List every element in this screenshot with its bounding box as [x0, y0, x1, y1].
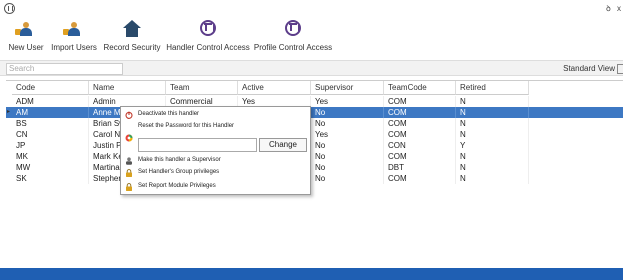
- import-users-label: Import Users: [51, 43, 97, 52]
- search-input[interactable]: Search: [6, 63, 123, 75]
- cell-teamcode[interactable]: COM: [384, 173, 456, 184]
- cell-supervisor[interactable]: No: [311, 107, 384, 118]
- new-user-button[interactable]: New User: [6, 18, 46, 56]
- password-icon: [125, 134, 133, 142]
- standard-view-label[interactable]: Standard View: [563, 64, 615, 73]
- column-header-supervisor[interactable]: Supervisor: [311, 81, 384, 95]
- change-password-button[interactable]: Change: [259, 138, 307, 152]
- cell-code[interactable]: MK: [12, 151, 89, 162]
- cell-code[interactable]: BS: [12, 118, 89, 129]
- table-row[interactable]: MW Martina No DBT N: [6, 162, 623, 173]
- cell-retired[interactable]: Y: [456, 140, 529, 151]
- cell-teamcode[interactable]: CON: [384, 140, 456, 151]
- status-bar: [0, 268, 623, 280]
- cell-teamcode[interactable]: DBT: [384, 162, 456, 173]
- close-icon[interactable]: x: [617, 4, 621, 13]
- window-controls: ꝺ x: [602, 3, 621, 14]
- group-privileges-item[interactable]: Set Handler's Group privileges: [121, 167, 312, 178]
- table-row[interactable]: ADM Admin Commercial Yes Yes COM N: [6, 96, 623, 107]
- cell-supervisor[interactable]: No: [311, 140, 384, 151]
- lock-icon: [126, 169, 132, 177]
- cell-supervisor[interactable]: No: [311, 162, 384, 173]
- cell-supervisor[interactable]: Yes: [311, 129, 384, 140]
- record-security-label: Record Security: [103, 43, 161, 52]
- handlers-grid: Code Name Team Active Supervisor TeamCod…: [6, 80, 623, 265]
- handler-control-icon: [200, 20, 216, 36]
- title-bar: ꝺ x: [0, 0, 623, 16]
- column-header-active[interactable]: Active: [238, 81, 311, 95]
- restore-icon[interactable]: ꝺ: [606, 4, 611, 13]
- cell-code[interactable]: ADM: [12, 96, 89, 107]
- cell-retired[interactable]: N: [456, 107, 529, 118]
- cell-supervisor[interactable]: No: [311, 173, 384, 184]
- import-users-button[interactable]: Import Users: [49, 18, 99, 56]
- cell-code[interactable]: JP: [12, 140, 89, 151]
- profile-control-access-button[interactable]: Profile Control Access: [253, 18, 333, 56]
- handler-context-menu: Deactivate this handler Reset the Passwo…: [120, 106, 311, 195]
- cell-retired[interactable]: N: [456, 173, 529, 184]
- cell-code[interactable]: CN: [12, 129, 89, 140]
- view-toggle-icon[interactable]: [617, 64, 623, 74]
- new-user-icon: [15, 22, 33, 38]
- column-header-team[interactable]: Team: [166, 81, 238, 95]
- supervisor-icon: [126, 157, 132, 165]
- cell-teamcode[interactable]: COM: [384, 129, 456, 140]
- table-row[interactable]: CN Carol Nc Yes COM N: [6, 129, 623, 140]
- make-supervisor-label: Make this handler a Supervisor: [138, 157, 221, 163]
- toolbar: New User Import Users Record Security Ha…: [0, 18, 623, 56]
- profile-control-icon: [285, 20, 301, 36]
- new-password-input[interactable]: [138, 138, 257, 152]
- lock-icon: [126, 183, 132, 191]
- column-header-name[interactable]: Name: [89, 81, 166, 95]
- app-icon: [4, 3, 15, 14]
- deactivate-handler-label: Deactivate this handler: [138, 111, 200, 117]
- cell-teamcode[interactable]: COM: [384, 151, 456, 162]
- search-bar: Search Standard View: [0, 60, 623, 76]
- cell-code[interactable]: MW: [12, 162, 89, 173]
- reset-password-item: Reset the Password for this Handler: [121, 121, 312, 132]
- cell-retired[interactable]: N: [456, 118, 529, 129]
- new-user-label: New User: [8, 43, 44, 52]
- table-row[interactable]: JP Justin Ph No CON Y: [6, 140, 623, 151]
- cell-teamcode[interactable]: COM: [384, 118, 456, 129]
- make-supervisor-item[interactable]: Make this handler a Supervisor: [121, 155, 312, 166]
- cell-retired[interactable]: N: [456, 96, 529, 107]
- deactivate-handler-item[interactable]: Deactivate this handler: [121, 109, 312, 120]
- column-header-teamcode[interactable]: TeamCode: [384, 81, 456, 95]
- cell-teamcode[interactable]: COM: [384, 96, 456, 107]
- cell-retired[interactable]: N: [456, 129, 529, 140]
- column-header-retired[interactable]: Retired: [456, 81, 529, 95]
- report-privileges-item[interactable]: Set Report Module Privileges: [121, 181, 312, 192]
- cell-supervisor[interactable]: No: [311, 118, 384, 129]
- table-row[interactable]: BS Brian Sw No COM N: [6, 118, 623, 129]
- column-header-code[interactable]: Code: [12, 81, 89, 95]
- reset-password-label: Reset the Password for this Handler: [138, 123, 235, 129]
- record-security-icon: [123, 20, 141, 38]
- table-row[interactable]: SK Stephen No COM N: [6, 173, 623, 184]
- cell-supervisor[interactable]: No: [311, 151, 384, 162]
- table-row[interactable]: MK Mark Ke No COM N: [6, 151, 623, 162]
- power-icon: [125, 111, 133, 119]
- cell-retired[interactable]: N: [456, 162, 529, 173]
- record-security-button[interactable]: Record Security: [101, 18, 163, 56]
- cell-code[interactable]: SK: [12, 173, 89, 184]
- group-privileges-label: Set Handler's Group privileges: [138, 169, 220, 175]
- cell-retired[interactable]: N: [456, 151, 529, 162]
- import-users-icon: [63, 22, 81, 38]
- cell-teamcode[interactable]: COM: [384, 107, 456, 118]
- table-row[interactable]: ▸ AM Anne Me No COM N: [6, 107, 623, 118]
- report-privileges-label: Set Report Module Privileges: [138, 183, 216, 189]
- handler-control-label: Handler Control Access: [166, 43, 250, 52]
- cell-code[interactable]: AM: [12, 107, 89, 118]
- profile-control-label: Profile Control Access: [253, 43, 333, 52]
- cell-supervisor[interactable]: Yes: [311, 96, 384, 107]
- handler-control-access-button[interactable]: Handler Control Access: [165, 18, 251, 56]
